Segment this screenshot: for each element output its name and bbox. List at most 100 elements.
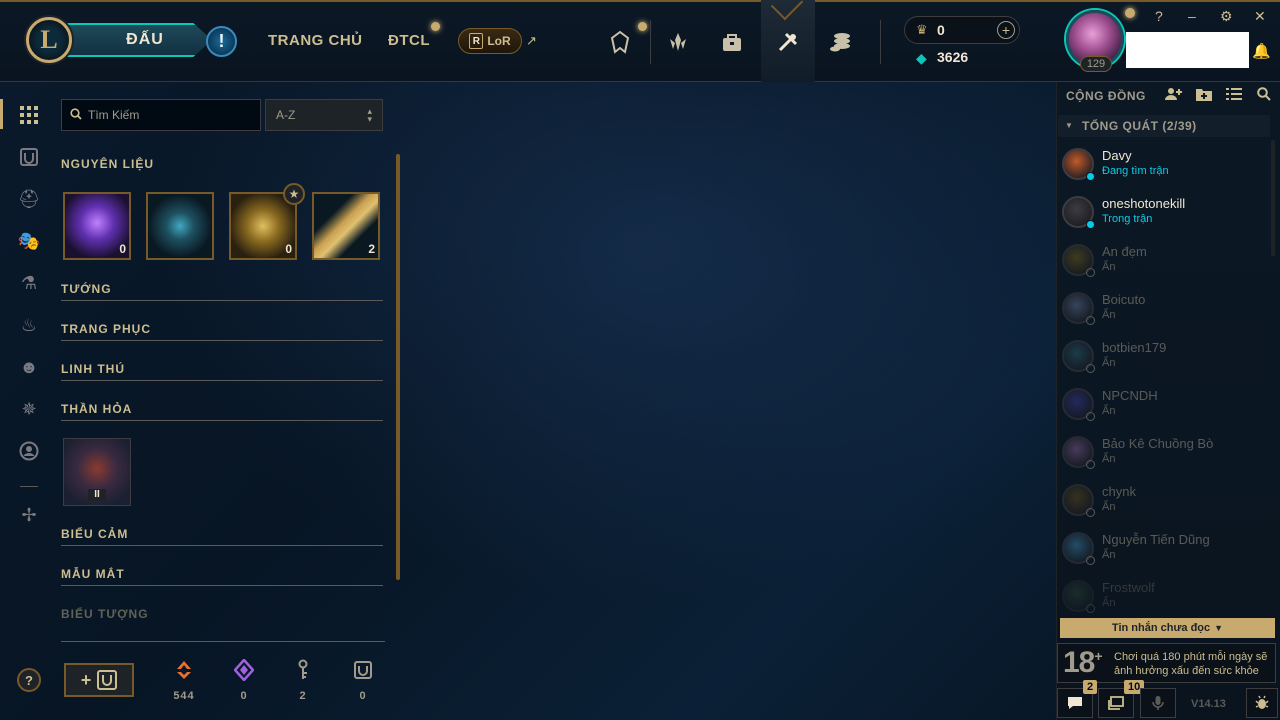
section-materials[interactable]: NGUYÊN LIỆU xyxy=(61,157,383,171)
friend-row[interactable]: Bảo Kê Chuồng Bò Ẩn xyxy=(1060,430,1260,476)
search-box[interactable] xyxy=(61,99,261,131)
caret-down-icon: ▼ xyxy=(1214,623,1224,633)
league-logo-icon[interactable]: L xyxy=(26,17,72,63)
craft-token-button[interactable]: + xyxy=(64,663,134,697)
section-emotes[interactable]: BIỂU CẢM xyxy=(61,527,383,541)
add-folder-icon[interactable] xyxy=(1194,86,1214,106)
level-badge: 129 xyxy=(1080,56,1112,72)
divider xyxy=(61,585,383,586)
friend-row[interactable]: Frostwolf Ẩn xyxy=(1060,574,1260,620)
rp-value: 0 xyxy=(937,22,945,38)
friend-status: Ẩn xyxy=(1102,597,1116,609)
age-rating-number: 18 xyxy=(1063,646,1095,679)
shop-notification-dot xyxy=(638,22,647,31)
friend-row[interactable]: Davy Đang tìm trận xyxy=(1060,142,1260,188)
mask-icon[interactable]: 🎭 xyxy=(16,228,42,254)
friend-name: oneshotonekill xyxy=(1102,196,1186,211)
material-tile[interactable]: 2 xyxy=(312,192,380,260)
friend-name: Boicuto xyxy=(1102,292,1146,307)
potion-icon[interactable]: ⚗ xyxy=(16,270,42,296)
collection-scrollbar[interactable] xyxy=(396,154,400,580)
collection-bag-icon[interactable] xyxy=(716,26,748,58)
presence-dot xyxy=(1086,412,1095,421)
friend-row[interactable]: oneshotonekill Trong trận xyxy=(1060,190,1260,236)
rail-active-indicator xyxy=(0,99,3,129)
profile-icon[interactable] xyxy=(16,438,42,464)
friend-status: Ẩn xyxy=(1102,549,1116,561)
grid-icon[interactable] xyxy=(16,102,42,128)
helmet-icon[interactable]: ⛑ xyxy=(16,186,42,212)
ward-tile[interactable]: II xyxy=(63,438,131,506)
mythic-essence-icon xyxy=(232,658,256,682)
section-eyes[interactable]: MẪU MẮT xyxy=(61,567,383,581)
nav-tft[interactable]: ĐTCL xyxy=(388,32,430,49)
section-companions[interactable]: LINH THÚ xyxy=(61,362,383,376)
play-button[interactable]: ĐẤU xyxy=(56,23,212,57)
presence-dot xyxy=(1086,604,1095,613)
divider xyxy=(61,300,383,301)
add-friend-icon[interactable] xyxy=(1164,86,1184,106)
unread-messages-button[interactable]: Tin nhắn chưa đọc ▼ xyxy=(1060,618,1275,638)
presence-dot xyxy=(1086,460,1095,469)
version-label: V14.13 xyxy=(1191,698,1226,710)
friend-status: Ẩn xyxy=(1102,309,1116,321)
divider xyxy=(650,20,651,64)
material-count: 0 xyxy=(285,242,292,256)
age-rating: 18+ xyxy=(1063,646,1103,680)
friend-status: Trong trận xyxy=(1102,213,1153,225)
buy-rp-button[interactable]: + xyxy=(997,21,1015,39)
riot-points-icon: ♛ xyxy=(916,22,928,37)
notification-bell-icon[interactable]: 🔔 xyxy=(1252,42,1271,60)
search-icon[interactable] xyxy=(1254,86,1274,106)
sparkle-icon[interactable]: ✵ xyxy=(16,396,42,422)
material-tile[interactable]: 0 xyxy=(63,192,131,260)
presence-dot xyxy=(1086,220,1095,229)
alert-icon[interactable]: ! xyxy=(206,26,237,57)
loot-hextech-icon[interactable] xyxy=(772,26,804,58)
close-icon[interactable]: ✕ xyxy=(1254,8,1266,25)
section-icons[interactable]: BIỂU TƯỢNG xyxy=(61,607,383,621)
flame-icon[interactable]: ♨ xyxy=(16,312,42,338)
social-scrollbar[interactable] xyxy=(1271,140,1275,256)
presence-dot xyxy=(1086,364,1095,373)
microphone-icon[interactable] xyxy=(1140,688,1176,718)
friend-status: Đang tìm trận xyxy=(1102,165,1169,177)
unread-label: Tin nhắn chưa đọc xyxy=(1111,622,1211,634)
status-indicator[interactable] xyxy=(1125,8,1135,18)
friend-row[interactable]: chynk Ẩn xyxy=(1060,478,1260,524)
search-icon xyxy=(70,107,82,123)
friend-name: Bảo Kê Chuồng Bò xyxy=(1102,436,1214,451)
friend-status: Ẩn xyxy=(1102,453,1116,465)
friend-row[interactable]: An đẹm Ẩn xyxy=(1060,238,1260,284)
section-skins[interactable]: TRANG PHỤC xyxy=(61,322,383,336)
friend-row[interactable]: Nguyễn Tiến Dũng Ẩn xyxy=(1060,526,1260,572)
bug-report-icon[interactable] xyxy=(1246,688,1278,718)
friend-row[interactable]: Boicuto Ẩn xyxy=(1060,286,1260,332)
section-wards[interactable]: THẦN HỎA xyxy=(61,402,383,416)
help-button[interactable]: ? xyxy=(17,668,41,692)
orange-essence-value: 544 xyxy=(173,690,195,702)
currency-stack-icon[interactable] xyxy=(826,26,858,58)
help-window-icon[interactable]: ? xyxy=(1155,8,1163,24)
star-icon: ★ xyxy=(283,183,305,205)
ward-icon[interactable]: ✢ xyxy=(16,502,42,528)
list-view-icon[interactable] xyxy=(1224,86,1244,106)
tft-icon[interactable] xyxy=(662,26,694,58)
champion-shield-icon[interactable] xyxy=(16,144,42,170)
tft-notification-dot xyxy=(431,22,440,31)
friend-name: Davy xyxy=(1102,148,1132,163)
emote-smile-icon[interactable]: ☻ xyxy=(16,354,42,380)
sort-dropdown[interactable]: A-Z ▴ ▾ xyxy=(265,99,383,131)
friend-name: Nguyễn Tiến Dũng xyxy=(1102,532,1210,547)
friend-row[interactable]: botbien179 Ẩn xyxy=(1060,334,1260,380)
friend-name: chynk xyxy=(1102,484,1136,499)
shop-crest-icon[interactable] xyxy=(604,26,636,58)
nav-home[interactable]: TRANG CHỦ xyxy=(268,32,363,49)
minimize-icon[interactable]: – xyxy=(1188,8,1196,24)
lor-button[interactable]: R LoR xyxy=(458,28,522,54)
section-champions[interactable]: TƯỚNG xyxy=(61,282,383,296)
search-input[interactable] xyxy=(88,108,248,122)
friend-row[interactable]: NPCNDH Ẩn xyxy=(1060,382,1260,428)
material-tile[interactable] xyxy=(146,192,214,260)
settings-gear-icon[interactable]: ⚙ xyxy=(1220,8,1233,25)
